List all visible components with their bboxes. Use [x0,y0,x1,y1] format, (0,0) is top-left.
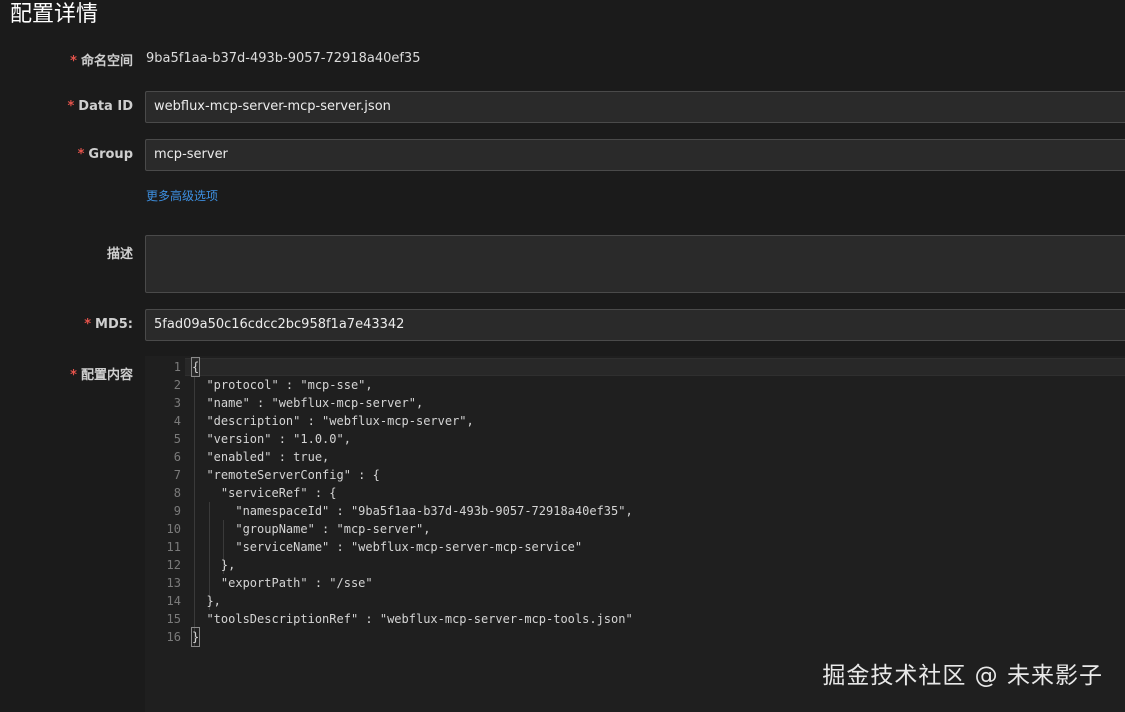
code-line: 11 "serviceName" : "webflux-mcp-server-m… [145,538,1125,556]
code-line: 9 "namespaceId" : "9ba5f1aa-b37d-493b-90… [145,502,1125,520]
code-text: "serviceRef" : { [192,486,337,500]
content-label-text: 配置内容 [80,368,133,383]
required-marker: * [77,147,85,162]
md5-label: * MD5: [84,317,133,332]
line-number: 5 [173,432,181,446]
content-label: * 配置内容 [70,364,133,383]
namespace-label: * 命名空间 [70,50,133,69]
line-number: 16 [166,630,181,644]
line-number: 6 [173,450,181,464]
code-line: 5 "version" : "1.0.0", [145,430,1125,448]
namespace-value: 9ba5f1aa-b37d-493b-9057-72918a40ef35 [146,51,421,66]
line-number: 1 [173,360,181,374]
code-text: "protocol" : "mcp-sse", [192,378,373,392]
code-line: 13 "exportPath" : "/sse" [145,574,1125,592]
code-line: 15 "toolsDescriptionRef" : "webflux-mcp-… [145,610,1125,628]
required-marker: * [70,54,77,69]
md5-input[interactable]: 5fad09a50c16cdcc2bc958f1a7e43342 [145,309,1125,341]
code-line: 2 "protocol" : "mcp-sse", [145,376,1125,394]
data-id-input[interactable]: webflux-mcp-server-mcp-server.json [145,91,1125,123]
code-text: "remoteServerConfig" : { [192,468,380,482]
group-label-text: Group [88,147,133,162]
code-text: "name" : "webflux-mcp-server", [192,396,424,410]
code-line: 4 "description" : "webflux-mcp-server", [145,412,1125,430]
line-number: 7 [173,468,181,482]
group-input[interactable]: mcp-server [145,139,1125,171]
group-label: * Group [78,147,133,162]
required-marker: * [67,99,75,114]
code-text: "serviceName" : "webflux-mcp-server-mcp-… [192,540,583,554]
line-number: 11 [166,540,181,554]
code-line: 7 "remoteServerConfig" : { [145,466,1125,484]
code-text: "toolsDescriptionRef" : "webflux-mcp-ser… [192,612,633,626]
code-line: 3 "name" : "webflux-mcp-server", [145,394,1125,412]
required-marker: * [84,317,92,332]
code-line: 6 "enabled" : true, [145,448,1125,466]
advanced-options-link[interactable]: 更多高级选项 [146,188,218,204]
line-number: 13 [166,576,181,590]
code-line: 8 "serviceRef" : { [145,484,1125,502]
line-number: 3 [173,396,181,410]
code-text: { [190,357,201,377]
line-number: 2 [173,378,181,392]
data-id-label: * Data ID [67,99,133,114]
code-editor[interactable]: 1{2 "protocol" : "mcp-sse", 3 "name" : "w… [145,356,1125,712]
namespace-label-text: 命名空间 [80,54,133,69]
watermark: 掘金技术社区 @ 未来影子 [822,663,1103,689]
line-number: 9 [173,504,181,518]
line-number: 12 [166,558,181,572]
code-text: "enabled" : true, [192,450,330,464]
required-marker: * [70,368,77,383]
description-label: 描述 [106,247,133,262]
code-text: "version" : "1.0.0", [192,432,351,446]
code-text: }, [192,594,221,608]
line-number: 15 [166,612,181,626]
code-text: } [190,627,201,647]
code-line: 1{ [145,357,1125,377]
code-text: "description" : "webflux-mcp-server", [192,414,474,428]
line-number: 8 [173,486,181,500]
code-text: }, [192,558,236,572]
line-number: 14 [166,594,181,608]
md5-label-text: MD5: [95,317,133,332]
line-number: 10 [166,522,181,536]
code-line: 10 "groupName" : "mcp-server", [145,520,1125,538]
description-textarea[interactable] [145,235,1125,293]
code-line: 12 }, [145,556,1125,574]
page-title: 配置详情 [10,2,99,27]
line-number: 4 [173,414,181,428]
code-text: "exportPath" : "/sse" [192,576,373,590]
code-line: 14 }, [145,592,1125,610]
code-text: "groupName" : "mcp-server", [192,522,431,536]
code-text: "namespaceId" : "9ba5f1aa-b37d-493b-9057… [192,504,633,518]
data-id-label-text: Data ID [78,99,133,114]
code-line: 16} [145,627,1125,647]
